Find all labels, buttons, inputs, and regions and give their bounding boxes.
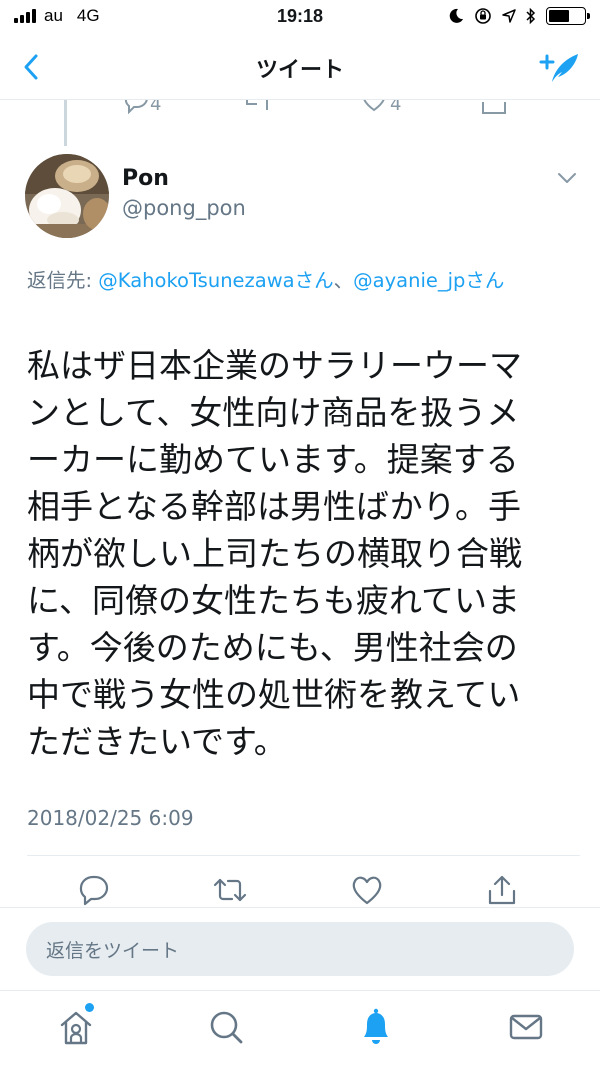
tweet-action-bar xyxy=(0,872,600,912)
reply-mention-link[interactable]: @KahokoTsunezawaさん xyxy=(98,269,333,292)
chevron-down-icon xyxy=(558,173,576,183)
tab-notifications[interactable] xyxy=(356,1005,396,1049)
like-button[interactable] xyxy=(349,872,385,908)
heart-icon[interactable] xyxy=(360,100,388,114)
previous-tweet-actions: 4 4 xyxy=(0,100,600,118)
reply-input[interactable]: 返信をツイート xyxy=(26,922,574,976)
avatar-image xyxy=(25,154,109,238)
tab-search[interactable] xyxy=(206,1005,246,1049)
tweet-options-button[interactable] xyxy=(556,170,578,184)
search-icon xyxy=(210,1011,243,1044)
home-unread-dot xyxy=(85,1003,94,1012)
tab-home[interactable] xyxy=(56,1003,96,1049)
envelope-icon xyxy=(509,1014,543,1040)
compose-tweet-button[interactable] xyxy=(538,48,582,88)
moon-icon xyxy=(449,8,463,23)
reply-to-prefix: 返信先: xyxy=(27,269,99,292)
reply-input-placeholder: 返信をツイート xyxy=(46,940,180,962)
author-handle[interactable]: @pong_pon xyxy=(122,196,246,220)
author-name[interactable]: Pon xyxy=(122,166,169,191)
tab-messages[interactable] xyxy=(506,1005,546,1049)
like-count: 4 xyxy=(390,100,402,115)
retweet-icon xyxy=(213,878,247,902)
compose-tweet-icon xyxy=(539,54,578,82)
reply-icon[interactable] xyxy=(122,100,150,114)
avatar[interactable] xyxy=(25,154,109,238)
heart-icon xyxy=(352,876,382,905)
bluetooth-icon xyxy=(526,7,536,25)
divider xyxy=(0,907,600,908)
orientation-lock-icon xyxy=(475,8,491,24)
reply-count: 4 xyxy=(150,100,162,115)
divider xyxy=(27,855,580,856)
status-bar-right xyxy=(448,7,590,25)
share-icon[interactable] xyxy=(480,100,508,116)
reply-mention-link[interactable]: @ayanie_jpさん xyxy=(353,269,504,292)
share-icon xyxy=(488,875,516,905)
reply-button[interactable] xyxy=(76,872,112,908)
navigation-bar: ツイート xyxy=(0,36,600,100)
battery-icon xyxy=(546,7,590,25)
thread-connector-line xyxy=(64,100,67,146)
reply-separator: 、 xyxy=(333,269,354,292)
page-title: ツイート xyxy=(255,58,344,83)
bell-icon xyxy=(364,1008,388,1044)
tweet-text: 私はザ日本企業のサラリーウーマ ンとして、女性向け商品を扱うメ ーカーに勤めてい… xyxy=(27,346,522,761)
tab-bar xyxy=(0,990,600,1067)
share-button[interactable] xyxy=(484,872,520,908)
status-bar: au 4G 19:18 xyxy=(0,0,600,36)
reply-to-line: 返信先: @KahokoTsunezawaさん、@ayanie_jpさん xyxy=(27,266,575,296)
location-icon xyxy=(502,9,516,23)
reply-icon xyxy=(79,875,109,906)
retweet-button[interactable] xyxy=(212,872,248,908)
retweet-icon[interactable] xyxy=(242,100,272,114)
tweet-timestamp: 2018/02/25 6:09 xyxy=(27,806,194,830)
